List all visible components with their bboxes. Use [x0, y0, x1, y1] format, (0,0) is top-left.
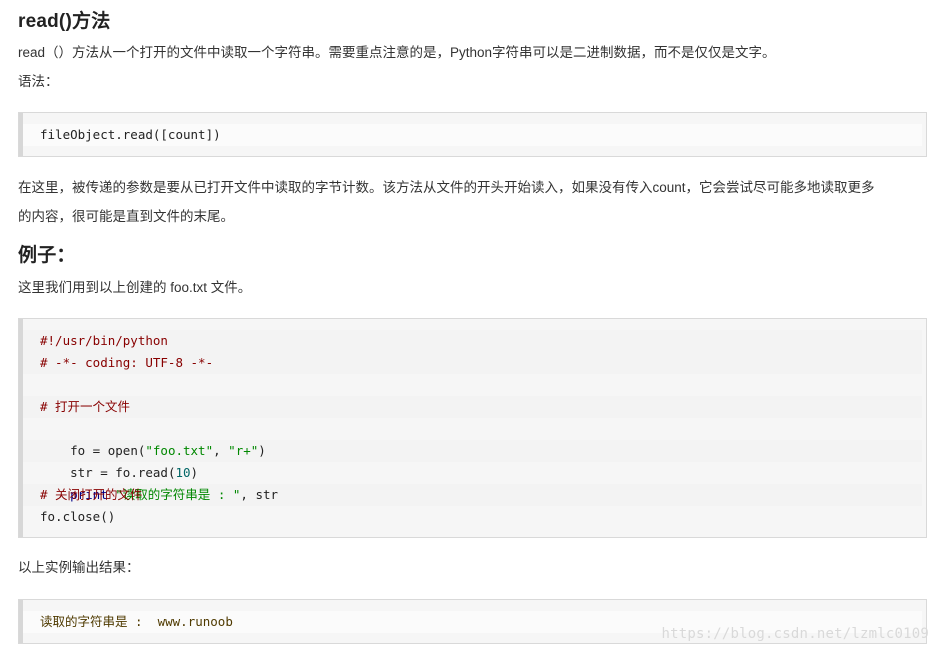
code-line: #!/usr/bin/python: [40, 333, 168, 348]
syntax-label: 语法：: [18, 74, 59, 89]
code-line: fo = open("foo.txt", "r+"): [40, 418, 926, 458]
code-line: # -*- coding: UTF-8 -*-: [40, 355, 214, 370]
code-line: fo.close(): [40, 509, 116, 524]
code-line: str = fo.read(10): [40, 440, 926, 480]
example-intro-paragraph: 这里我们用到以上创建的 foo.txt 文件。: [18, 280, 252, 295]
page-title: read()方法: [18, 11, 111, 32]
syntax-code-block: fileObject.read([count]): [18, 112, 927, 157]
code-line: # 关闭打开的文件: [40, 487, 143, 502]
example-heading: 例子：: [18, 245, 76, 266]
code-line: print "读取的字符串是 : ", str: [40, 462, 926, 502]
output-label: 以上实例输出结果：: [18, 560, 140, 575]
watermark: https://blog.csdn.net/lzmlc0109: [661, 626, 929, 642]
explanation-paragraph-line-2: 的内容，很可能是直到文件的末尾。: [18, 209, 234, 224]
example-code-block: #!/usr/bin/python # -*- coding: UTF-8 -*…: [18, 318, 927, 538]
syntax-code-line: fileObject.read([count]): [40, 127, 221, 142]
intro-paragraph: read（）方法从一个打开的文件中读取一个字符串。需要重点注意的是，Python…: [18, 45, 776, 60]
code-line: # 打开一个文件: [40, 399, 131, 414]
explanation-paragraph-line-1: 在这里，被传递的参数是要从已打开文件中读取的字节计数。该方法从文件的开头开始读入…: [18, 180, 875, 195]
